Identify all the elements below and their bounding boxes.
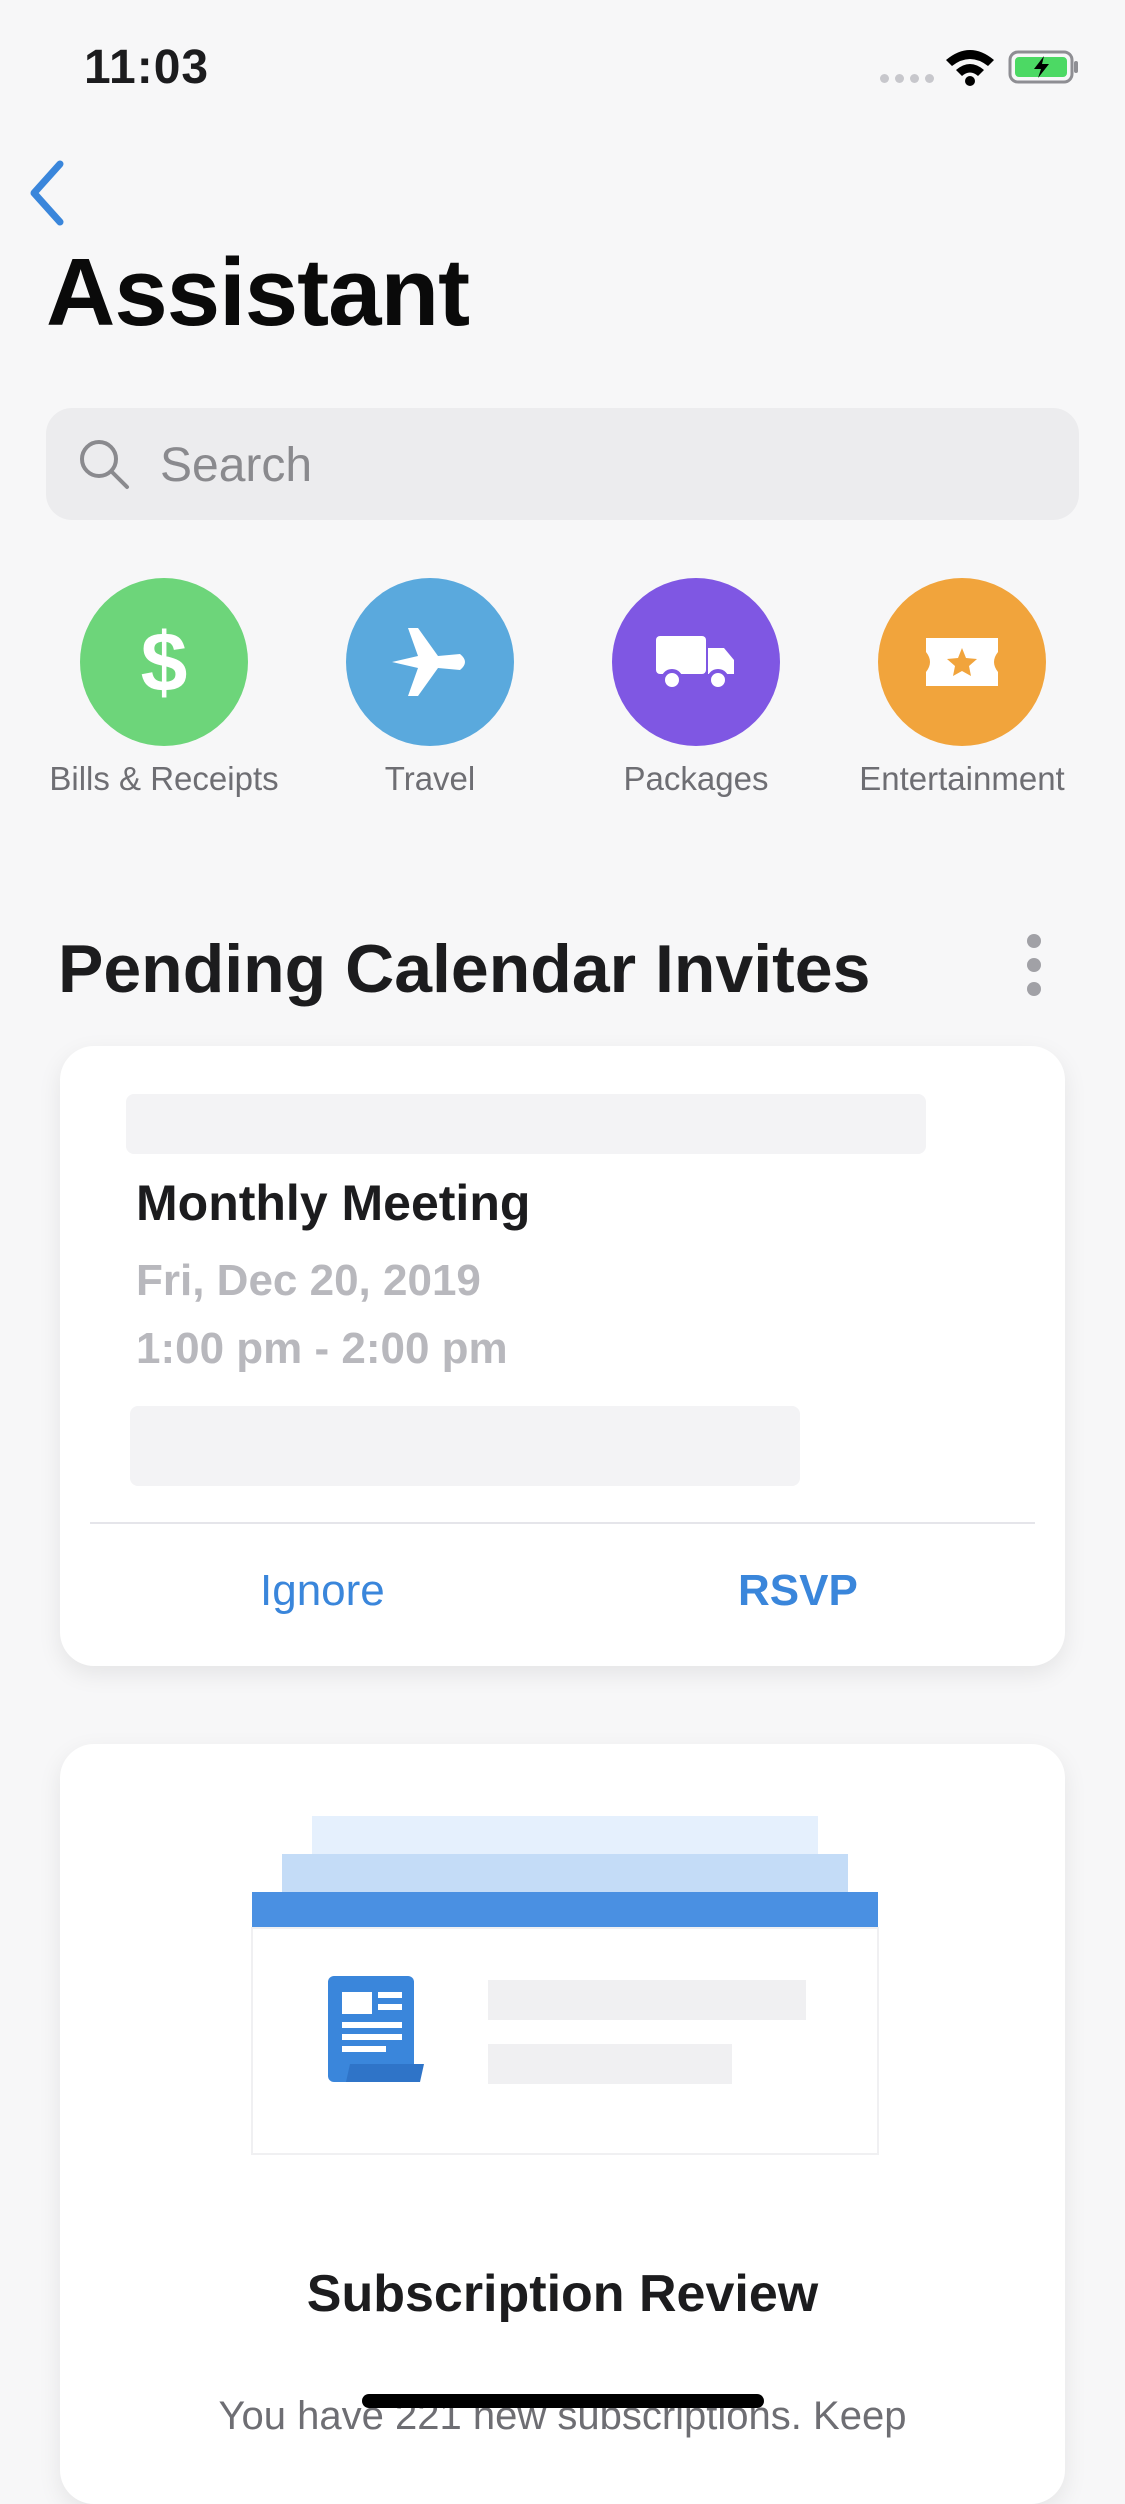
status-bar: 11:03 — [0, 0, 1125, 130]
battery-icon — [1008, 50, 1078, 84]
home-indicator — [362, 2394, 764, 2408]
page-title: Assistant — [46, 239, 470, 346]
section-title: Pending Calendar Invites — [58, 931, 871, 1007]
category-bills-receipts[interactable]: $ Bills & Receipts — [34, 578, 294, 798]
wifi-icon — [946, 50, 994, 86]
dollar-icon: $ — [80, 578, 248, 746]
divider — [90, 1522, 1035, 1524]
subscription-illustration — [251, 1816, 879, 2155]
svg-text:$: $ — [141, 617, 188, 707]
back-button[interactable] — [24, 158, 68, 228]
category-label: Travel — [384, 760, 476, 797]
event-date: Fri, Dec 20, 2019 — [136, 1256, 481, 1305]
search-icon — [80, 440, 129, 489]
ignore-button[interactable]: Ignore — [260, 1566, 385, 1616]
category-label: Entertainment — [859, 760, 1065, 797]
truck-icon — [612, 578, 780, 746]
subscription-card: Subscription Review You have 221 new sub… — [60, 1744, 1065, 2504]
category-entertainment[interactable]: Entertainment — [832, 578, 1092, 798]
ticket-icon — [878, 578, 1046, 746]
category-packages[interactable]: Packages — [566, 578, 826, 798]
category-travel[interactable]: Travel — [300, 578, 560, 798]
category-label: Packages — [623, 760, 769, 797]
search-bar[interactable] — [46, 408, 1079, 520]
airplane-icon — [346, 578, 514, 746]
cellular-signal-icon — [880, 74, 934, 83]
skeleton-bar — [130, 1406, 800, 1486]
more-options-icon[interactable] — [1016, 930, 1052, 1000]
status-time: 11:03 — [84, 41, 210, 94]
category-label: Bills & Receipts — [49, 760, 279, 797]
event-time: 1:00 pm - 2:00 pm — [136, 1324, 508, 1373]
search-input[interactable] — [158, 426, 1042, 504]
invite-card: Monthly Meeting Fri, Dec 20, 2019 1:00 p… — [60, 1046, 1065, 1666]
skeleton-bar — [126, 1094, 926, 1154]
event-title: Monthly Meeting — [136, 1175, 531, 1231]
rsvp-button[interactable]: RSVP — [738, 1566, 858, 1616]
subscription-title: Subscription Review — [306, 2265, 819, 2323]
